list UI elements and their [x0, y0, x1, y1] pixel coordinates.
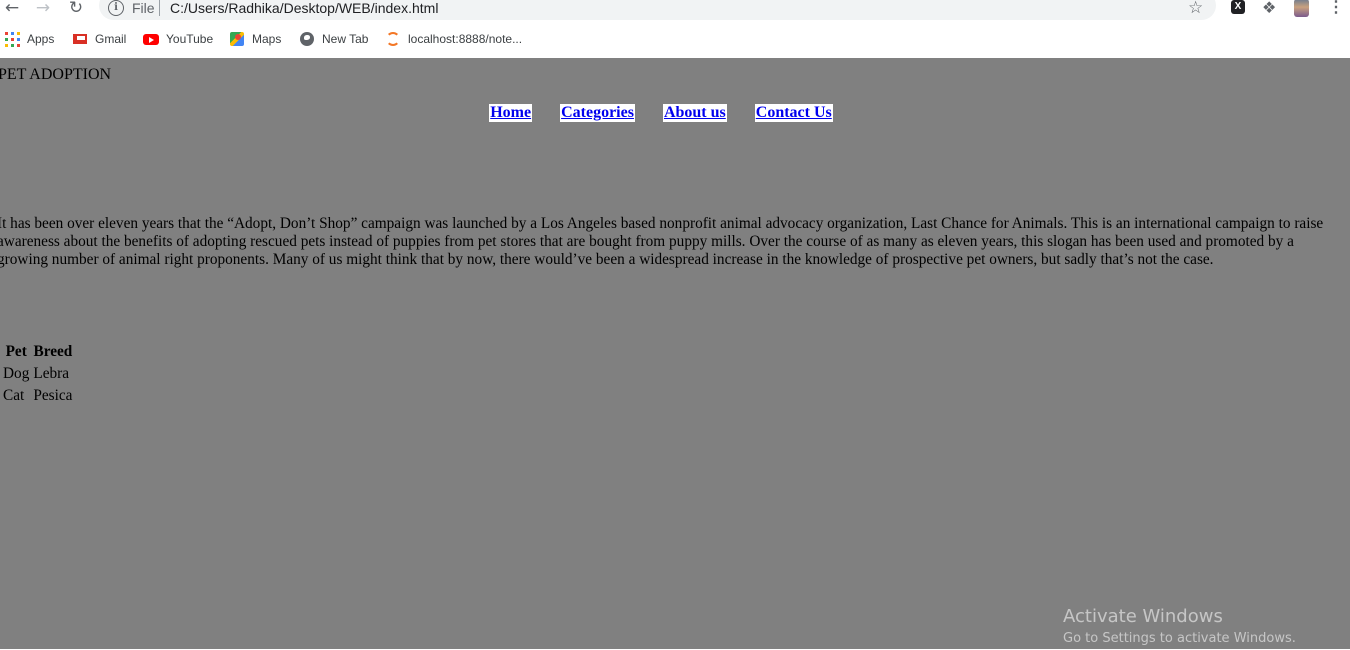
- bookmark-maps[interactable]: Maps: [229, 30, 281, 48]
- extension-x-icon[interactable]: X: [1231, 0, 1245, 14]
- activate-windows-watermark: Activate Windows Go to Settings to activ…: [1063, 606, 1296, 650]
- youtube-icon: [143, 31, 159, 47]
- table-cell-breed: Lebra: [33, 365, 70, 382]
- url-scheme-label: File: [132, 0, 155, 16]
- back-arrow-icon[interactable]: ←: [2, 0, 22, 17]
- bookmark-label: Gmail: [95, 32, 127, 46]
- jupyter-icon: [385, 31, 401, 47]
- nav-link-about-us[interactable]: About us: [662, 104, 727, 122]
- nav-link-contact-us[interactable]: Contact Us: [754, 104, 833, 122]
- bookmark-label: New Tab: [322, 32, 369, 46]
- bookmark-label: YouTube: [166, 32, 214, 46]
- main-nav: Home Categories About us Contact Us: [0, 104, 1322, 122]
- pets-table: Pet Breed Dog Lebra Cat Pesica: [0, 340, 75, 408]
- extensions-puzzle-icon[interactable]: ❖: [1262, 0, 1276, 17]
- intro-paragraph: It has been over eleven years that the “…: [0, 215, 1324, 268]
- browser-toolbar: ← → ↻ i File C:/Users/Radhika/Desktop/WE…: [0, 0, 1350, 24]
- table-cell-pet: Cat: [3, 387, 25, 404]
- url-separator: [159, 0, 160, 16]
- bookmark-localhost[interactable]: localhost:8888/note...: [385, 30, 522, 48]
- column-header-breed: Breed: [33, 343, 73, 360]
- reload-icon[interactable]: ↻: [66, 0, 86, 17]
- page-content: PET ADOPTION Home Categories About us Co…: [0, 58, 1350, 649]
- table-cell-pet: Dog: [3, 365, 30, 382]
- table-cell-breed: Pesica: [33, 387, 73, 404]
- maps-icon: [229, 31, 245, 47]
- url-text[interactable]: C:/Users/Radhika/Desktop/WEB/index.html: [170, 0, 438, 16]
- bookmark-gmail[interactable]: Gmail: [72, 30, 126, 48]
- nav-link-home[interactable]: Home: [489, 104, 533, 122]
- column-header-pet: Pet: [5, 343, 27, 360]
- bookmark-star-icon[interactable]: ☆: [1188, 0, 1203, 17]
- bookmark-new-tab[interactable]: New Tab: [299, 30, 368, 48]
- page-title: PET ADOPTION: [0, 66, 112, 83]
- nav-link-categories[interactable]: Categories: [560, 104, 635, 122]
- bookmark-label: localhost:8888/note...: [408, 32, 523, 46]
- bookmark-apps[interactable]: Apps: [4, 30, 54, 48]
- watermark-subtitle: Go to Settings to activate Windows.: [1063, 631, 1296, 646]
- forward-arrow-icon[interactable]: →: [33, 0, 53, 17]
- bookmark-label: Maps: [252, 32, 282, 46]
- table-header-row: Pet Breed: [2, 342, 73, 362]
- gmail-icon: [72, 31, 88, 47]
- table-row: Cat Pesica: [2, 386, 73, 406]
- globe-icon: [299, 31, 315, 47]
- more-menu-icon[interactable]: ⋮: [1328, 0, 1344, 17]
- profile-avatar[interactable]: [1294, 0, 1309, 17]
- apps-grid-icon: [4, 31, 20, 47]
- info-icon[interactable]: i: [108, 0, 124, 16]
- bookmark-youtube[interactable]: YouTube: [143, 30, 213, 48]
- bookmark-label: Apps: [27, 32, 55, 46]
- watermark-title: Activate Windows: [1063, 606, 1223, 627]
- bookmarks-bar: Apps Gmail YouTube Maps New Tab localhos…: [0, 24, 1350, 58]
- table-row: Dog Lebra: [2, 364, 73, 384]
